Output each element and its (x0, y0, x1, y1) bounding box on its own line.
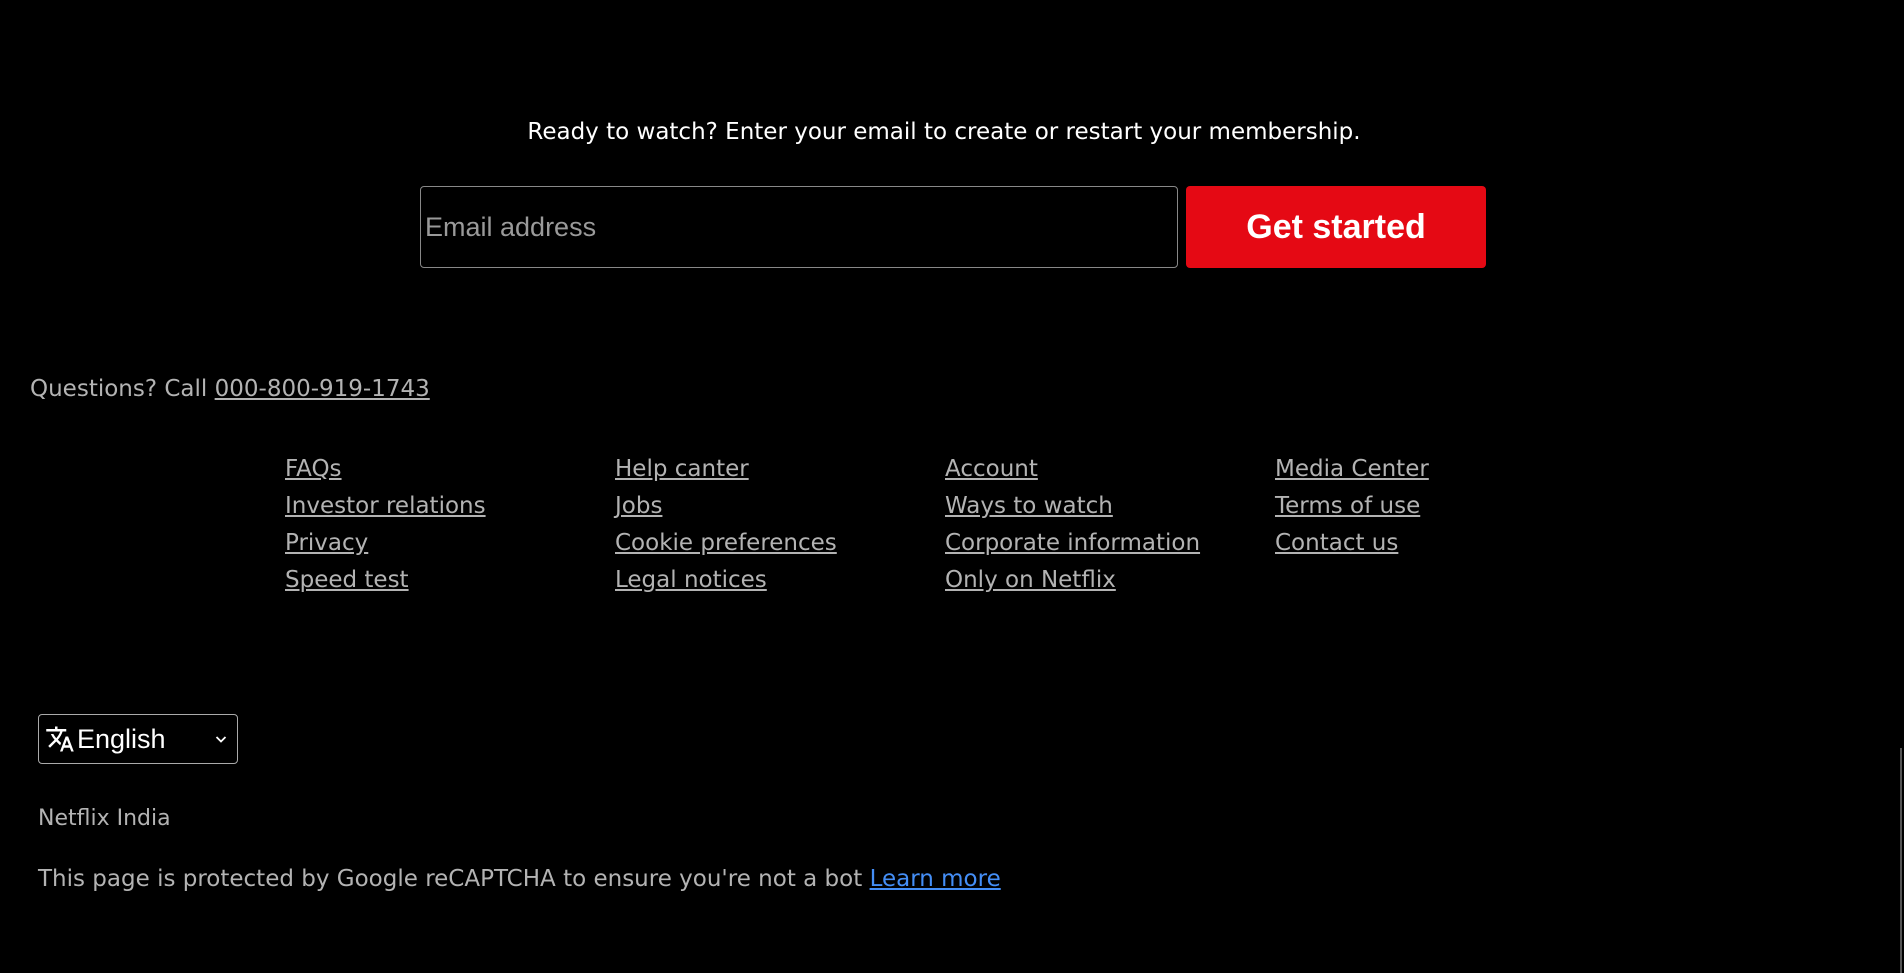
footer-link-item: FAQs (285, 454, 615, 485)
phone-link[interactable]: 000-800-919-1743 (215, 376, 430, 402)
scrollbar[interactable] (1888, 0, 1904, 973)
recaptcha-text: This page is protected by Google reCAPTC… (38, 866, 870, 892)
footer-link-item: Speed test (285, 565, 615, 596)
learn-more-link[interactable]: Learn more (870, 866, 1001, 892)
footer-link-terms-of-use[interactable]: Terms of use (1275, 493, 1420, 519)
questions-text: Questions? Call 000-800-919-1743 (30, 376, 430, 402)
email-form: Get started (420, 186, 1486, 268)
page: Ready to watch? Enter your email to crea… (0, 0, 1904, 973)
footer-link-item: Jobs (615, 491, 945, 522)
footer-link-item: Terms of use (1275, 491, 1605, 522)
scrollbar-thumb[interactable] (1900, 748, 1902, 973)
footer-link-investor-relations[interactable]: Investor relations (285, 493, 486, 519)
footer-link-help-center[interactable]: Help canter (615, 456, 749, 482)
footer-link-account[interactable]: Account (945, 456, 1038, 482)
email-field[interactable] (420, 186, 1178, 268)
footer-link-ways-to-watch[interactable]: Ways to watch (945, 493, 1113, 519)
footer-link-corporate-information[interactable]: Corporate information (945, 530, 1200, 556)
footer-link-item: Only on Netflix (945, 565, 1275, 596)
footer-link-faqs[interactable]: FAQs (285, 456, 342, 482)
footer-link-contact-us[interactable]: Contact us (1275, 530, 1398, 556)
footer-link-only-on-netflix[interactable]: Only on Netflix (945, 567, 1116, 593)
footer-link-cookie-preferences[interactable]: Cookie preferences (615, 530, 837, 556)
footer-link-item: Ways to watch (945, 491, 1275, 522)
footer-link-item: Media Center (1275, 454, 1605, 485)
footer-link-jobs[interactable]: Jobs (615, 493, 662, 519)
footer-link-item: Corporate information (945, 528, 1275, 559)
footer-link-privacy[interactable]: Privacy (285, 530, 368, 556)
questions-label: Questions? Call (30, 376, 215, 402)
chevron-down-icon (215, 736, 227, 743)
footer-link-item: Cookie preferences (615, 528, 945, 559)
translate-icon (46, 726, 74, 752)
language-select[interactable]: English (38, 714, 238, 764)
footer-link-item: Privacy (285, 528, 615, 559)
region-label: Netflix India (38, 806, 171, 831)
footer-link-legal-notices[interactable]: Legal notices (615, 567, 767, 593)
language-label: English (77, 723, 166, 754)
footer-links: FAQs Help canter Account Media Center In… (285, 454, 1605, 596)
footer-link-item: Help canter (615, 454, 945, 485)
footer-link-item: Account (945, 454, 1275, 485)
get-started-button[interactable]: Get started (1186, 186, 1486, 268)
recaptcha-notice: This page is protected by Google reCAPTC… (38, 866, 1001, 892)
cta-prompt: Ready to watch? Enter your email to crea… (527, 119, 1361, 145)
footer-link-item: Legal notices (615, 565, 945, 596)
footer-link-speed-test[interactable]: Speed test (285, 567, 409, 593)
footer-link-media-center[interactable]: Media Center (1275, 456, 1429, 482)
footer-link-item: Investor relations (285, 491, 615, 522)
footer-link-item: Contact us (1275, 528, 1605, 559)
